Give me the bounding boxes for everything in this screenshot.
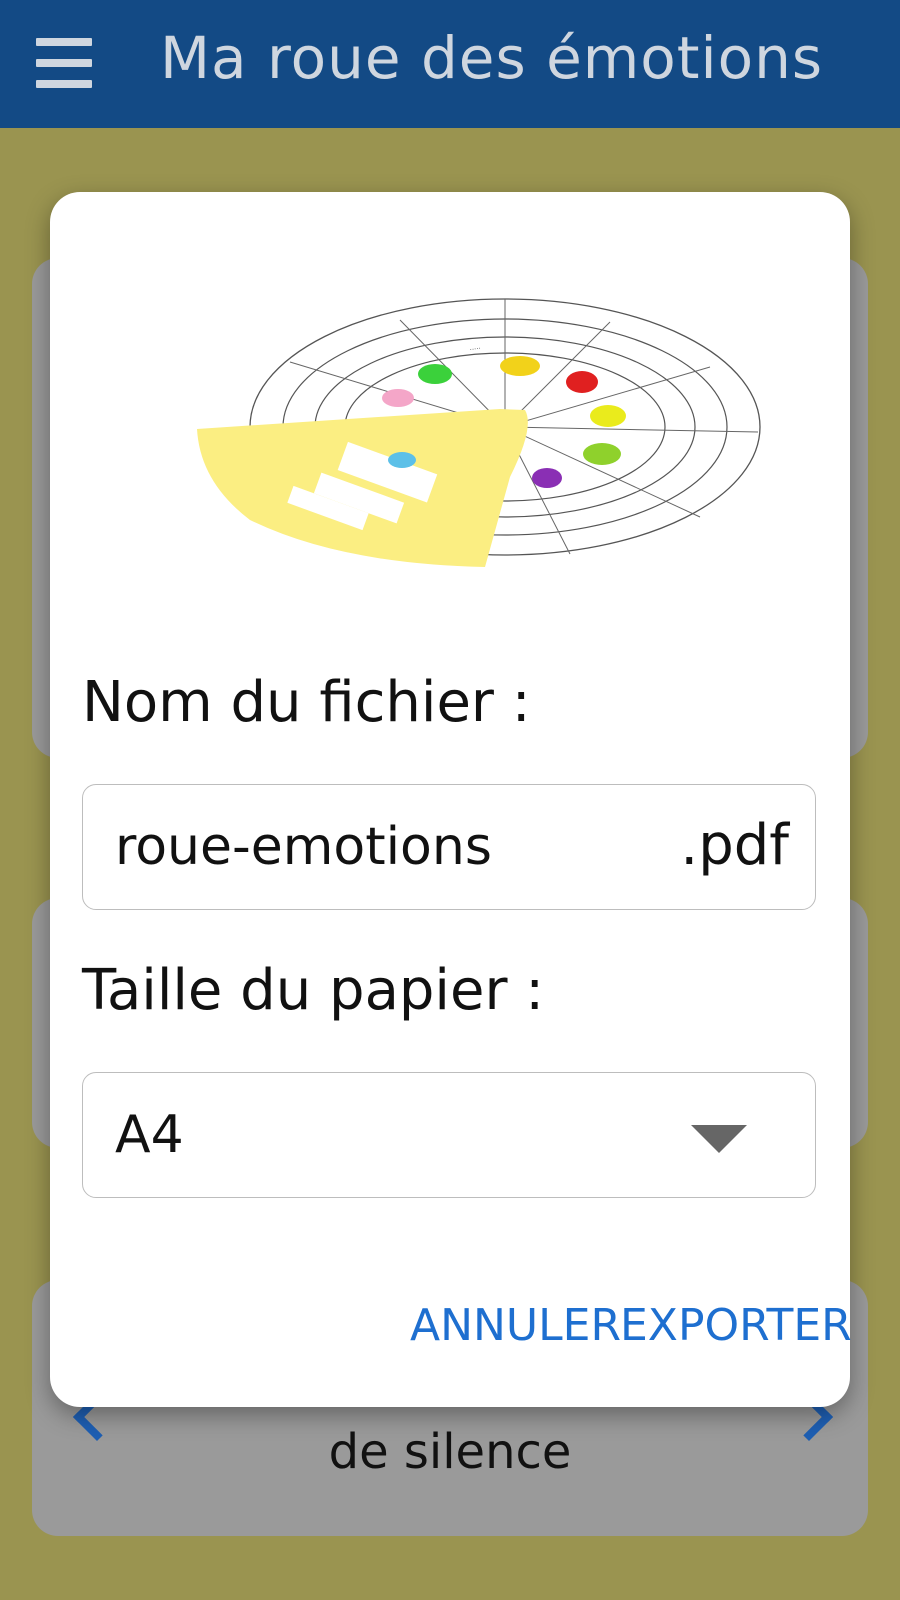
app-title: Ma roue des émotions: [160, 24, 824, 92]
paper-size-select[interactable]: A4: [82, 1072, 816, 1198]
filename-value[interactable]: roue-emotions: [115, 817, 492, 877]
dropdown-arrow-icon[interactable]: [691, 1125, 747, 1153]
app-bar: Ma roue des émotions: [0, 0, 900, 128]
cancel-button[interactable]: ANNULER: [410, 1300, 621, 1351]
svg-text:·····: ·····: [469, 345, 481, 354]
filename-input[interactable]: roue-emotions .pdf: [82, 784, 816, 910]
hamburger-menu-icon[interactable]: [36, 38, 92, 88]
wheel-small-labels: ·····: [469, 345, 481, 354]
paper-size-label: Taille du papier :: [82, 958, 545, 1023]
paper-size-value[interactable]: A4: [115, 1105, 184, 1165]
filename-label: Nom du fichier :: [82, 670, 531, 735]
export-dialog: ····· Nom du fichier : roue-emotions .pd…: [50, 192, 852, 1407]
emotion-wheel-preview: ·····: [197, 298, 761, 567]
export-button[interactable]: EXPORTER: [620, 1300, 852, 1351]
filename-suffix: .pdf: [680, 813, 789, 878]
